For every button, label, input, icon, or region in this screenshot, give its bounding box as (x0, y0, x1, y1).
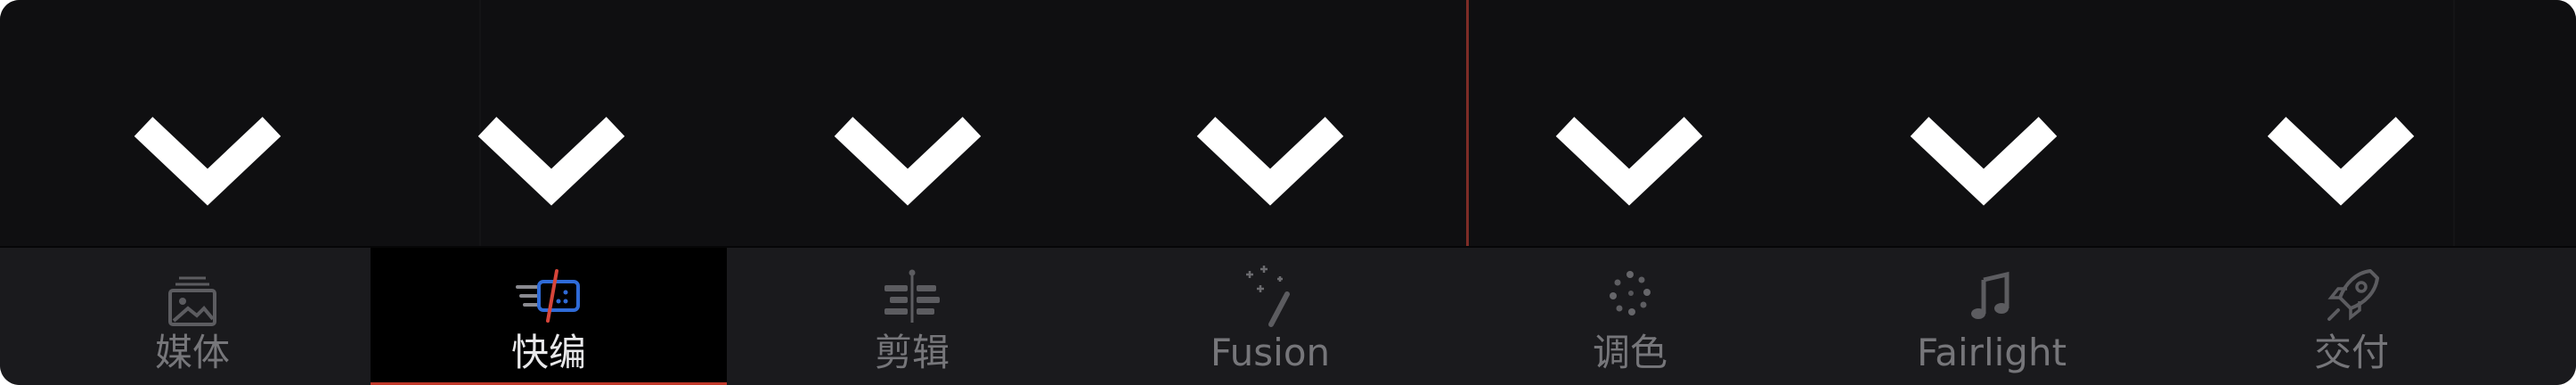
page-tab-fusion[interactable]: Fusion (1092, 248, 1448, 385)
page-tab-bar: 媒体 快编 剪辑 Fusion 调色 Fairlight 交付 (0, 248, 2576, 385)
chevron-down-icon[interactable] (1903, 109, 2064, 225)
chevron-down-icon[interactable] (471, 109, 632, 225)
page-tab-label: 交付 (2313, 331, 2389, 374)
rocket-icon (2311, 257, 2392, 337)
chevron-down-icon[interactable] (127, 109, 288, 225)
media-image-icon (152, 257, 232, 337)
page-tab-label: Fairlight (1916, 331, 2067, 374)
segment-divider (2453, 0, 2455, 246)
cut-icon (509, 257, 589, 337)
page-tab-deliver[interactable]: 交付 (2173, 248, 2530, 385)
chevron-down-icon[interactable] (827, 109, 988, 225)
page-tab-edit[interactable]: 剪辑 (734, 248, 1090, 385)
expander-strip (0, 0, 2576, 246)
fusion-wand-icon (1230, 257, 1310, 337)
resolve-window: 媒体 快编 剪辑 Fusion 调色 Fairlight 交付 (0, 0, 2576, 385)
page-tab-label: 调色 (1592, 331, 1667, 374)
page-tab-label: Fusion (1210, 331, 1331, 374)
page-tab-media[interactable]: 媒体 (14, 248, 371, 385)
page-tab-label: 快编 (510, 331, 586, 374)
page-tab-label: 剪辑 (874, 331, 950, 374)
page-tab-cut[interactable]: 快编 (371, 248, 727, 385)
edit-timeline-icon (872, 257, 952, 337)
playhead-line (1466, 0, 1469, 246)
chevron-down-icon[interactable] (2261, 109, 2421, 225)
page-tab-fairlight[interactable]: Fairlight (1814, 248, 2170, 385)
chevron-down-icon[interactable] (1190, 109, 1350, 225)
chevron-down-icon[interactable] (1549, 109, 1709, 225)
color-dots-icon (1590, 257, 1670, 337)
page-tab-color[interactable]: 调色 (1452, 248, 1808, 385)
music-note-icon (1952, 257, 2032, 337)
page-tab-label: 媒体 (154, 331, 230, 374)
